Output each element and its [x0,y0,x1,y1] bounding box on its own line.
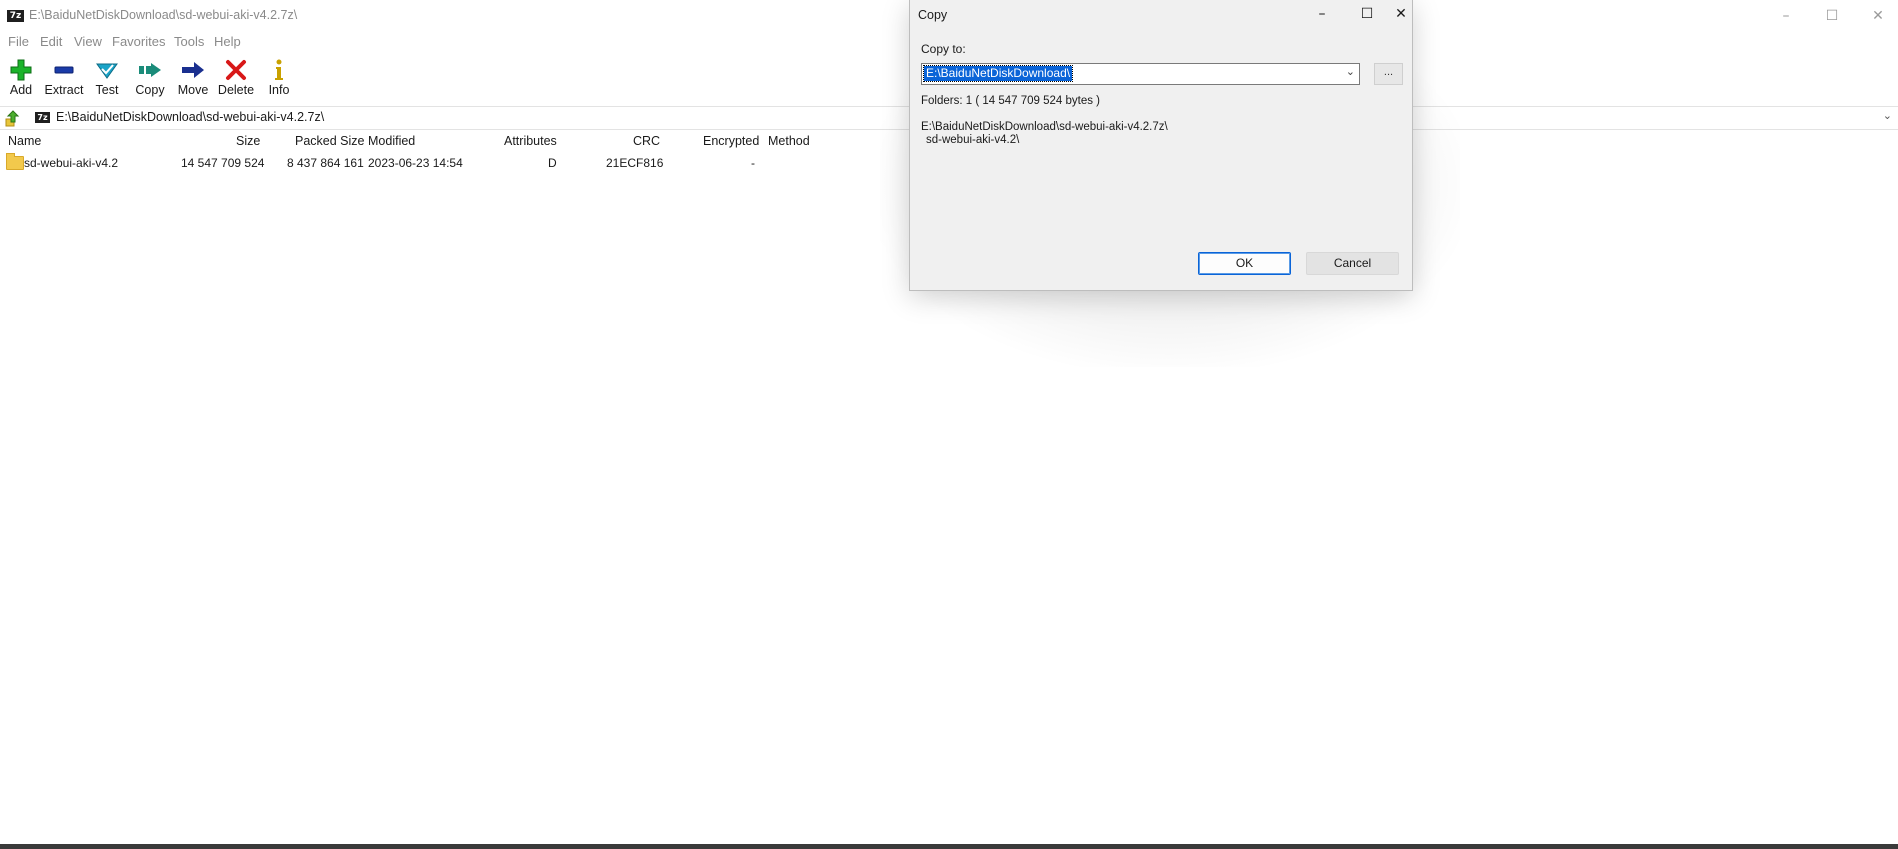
delete-button[interactable]: Delete [214,57,258,101]
copy-dialog: Copy – ☐ ✕ Copy to: E:\BaiduNetDiskDownl… [909,0,1413,291]
dialog-close-button[interactable]: ✕ [1390,0,1412,30]
copy-to-label: Copy to: [921,42,966,56]
column-method[interactable]: Method [768,134,810,148]
address-path[interactable]: E:\BaiduNetDiskDownload\sd-webui-aki-v4.… [56,110,324,124]
move-icon [171,57,215,83]
menu-view[interactable]: View [74,34,102,49]
close-button[interactable]: ✕ [1855,0,1898,32]
selection-info: Folders: 1 ( 14 547 709 524 bytes ) [921,95,1100,107]
table-row[interactable]: sd-webui-aki-v4.2 14 547 709 524 8 437 8… [0,153,900,173]
column-size[interactable]: Size [236,134,260,148]
destination-input[interactable]: E:\BaiduNetDiskDownload\ [922,65,1074,82]
menu-tools[interactable]: Tools [174,34,204,49]
row-attributes: D [548,156,557,170]
add-icon [0,57,43,83]
info-button[interactable]: Info [257,57,301,101]
copy-icon [128,57,172,83]
app-icon: 7z [7,10,24,22]
column-packed-size[interactable]: Packed Size [295,134,364,148]
dialog-minimize-button[interactable]: – [1299,0,1345,30]
extract-button[interactable]: Extract [42,57,86,101]
cancel-button[interactable]: Cancel [1306,252,1399,275]
menu-favorites[interactable]: Favorites [112,34,165,49]
test-button[interactable]: Test [85,57,129,101]
row-encrypted: - [751,156,755,170]
row-packed-size: 8 437 864 161 [287,156,364,170]
window-title: E:\BaiduNetDiskDownload\sd-webui-aki-v4.… [29,8,298,22]
test-icon [85,57,129,83]
row-name: sd-webui-aki-v4.2 [24,156,119,170]
dialog-maximize-button[interactable]: ☐ [1344,0,1390,30]
column-encrypted[interactable]: Encrypted [703,134,759,148]
chevron-down-icon[interactable]: ⌄ [1883,109,1892,122]
column-modified[interactable]: Modified [368,134,415,148]
column-crc[interactable]: CRC [633,134,660,148]
dialog-title: Copy [918,8,948,22]
row-modified: 2023-06-23 14:54 [368,156,463,170]
minimize-button[interactable]: – [1763,0,1809,32]
archive-icon: 7z [35,112,50,123]
info-icon [257,57,301,83]
menu-edit[interactable]: Edit [40,34,62,49]
taskbar-edge [0,844,1898,849]
folder-icon [6,153,24,170]
destination-combobox[interactable]: E:\BaiduNetDiskDownload\ ⌄ [921,63,1360,85]
maximize-button[interactable]: ☐ [1809,0,1855,32]
source-path: E:\BaiduNetDiskDownload\sd-webui-aki-v4.… [921,121,1168,133]
extract-icon [42,57,86,83]
menu-file[interactable]: File [8,34,29,49]
source-item: sd-webui-aki-v4.2\ [926,134,1020,146]
row-crc: 21ECF816 [606,156,664,170]
copy-button[interactable]: Copy [128,57,172,101]
menu-help[interactable]: Help [214,34,241,49]
browse-button[interactable]: ... [1374,63,1403,85]
delete-icon [214,57,258,83]
column-attributes[interactable]: Attributes [504,134,557,148]
ok-button[interactable]: OK [1198,252,1291,275]
move-button[interactable]: Move [171,57,215,101]
column-name[interactable]: Name [8,134,41,148]
chevron-down-icon[interactable]: ⌄ [1346,65,1355,78]
row-size: 14 547 709 524 [181,156,265,170]
add-button[interactable]: Add [0,57,43,101]
up-folder-icon[interactable] [4,109,22,127]
